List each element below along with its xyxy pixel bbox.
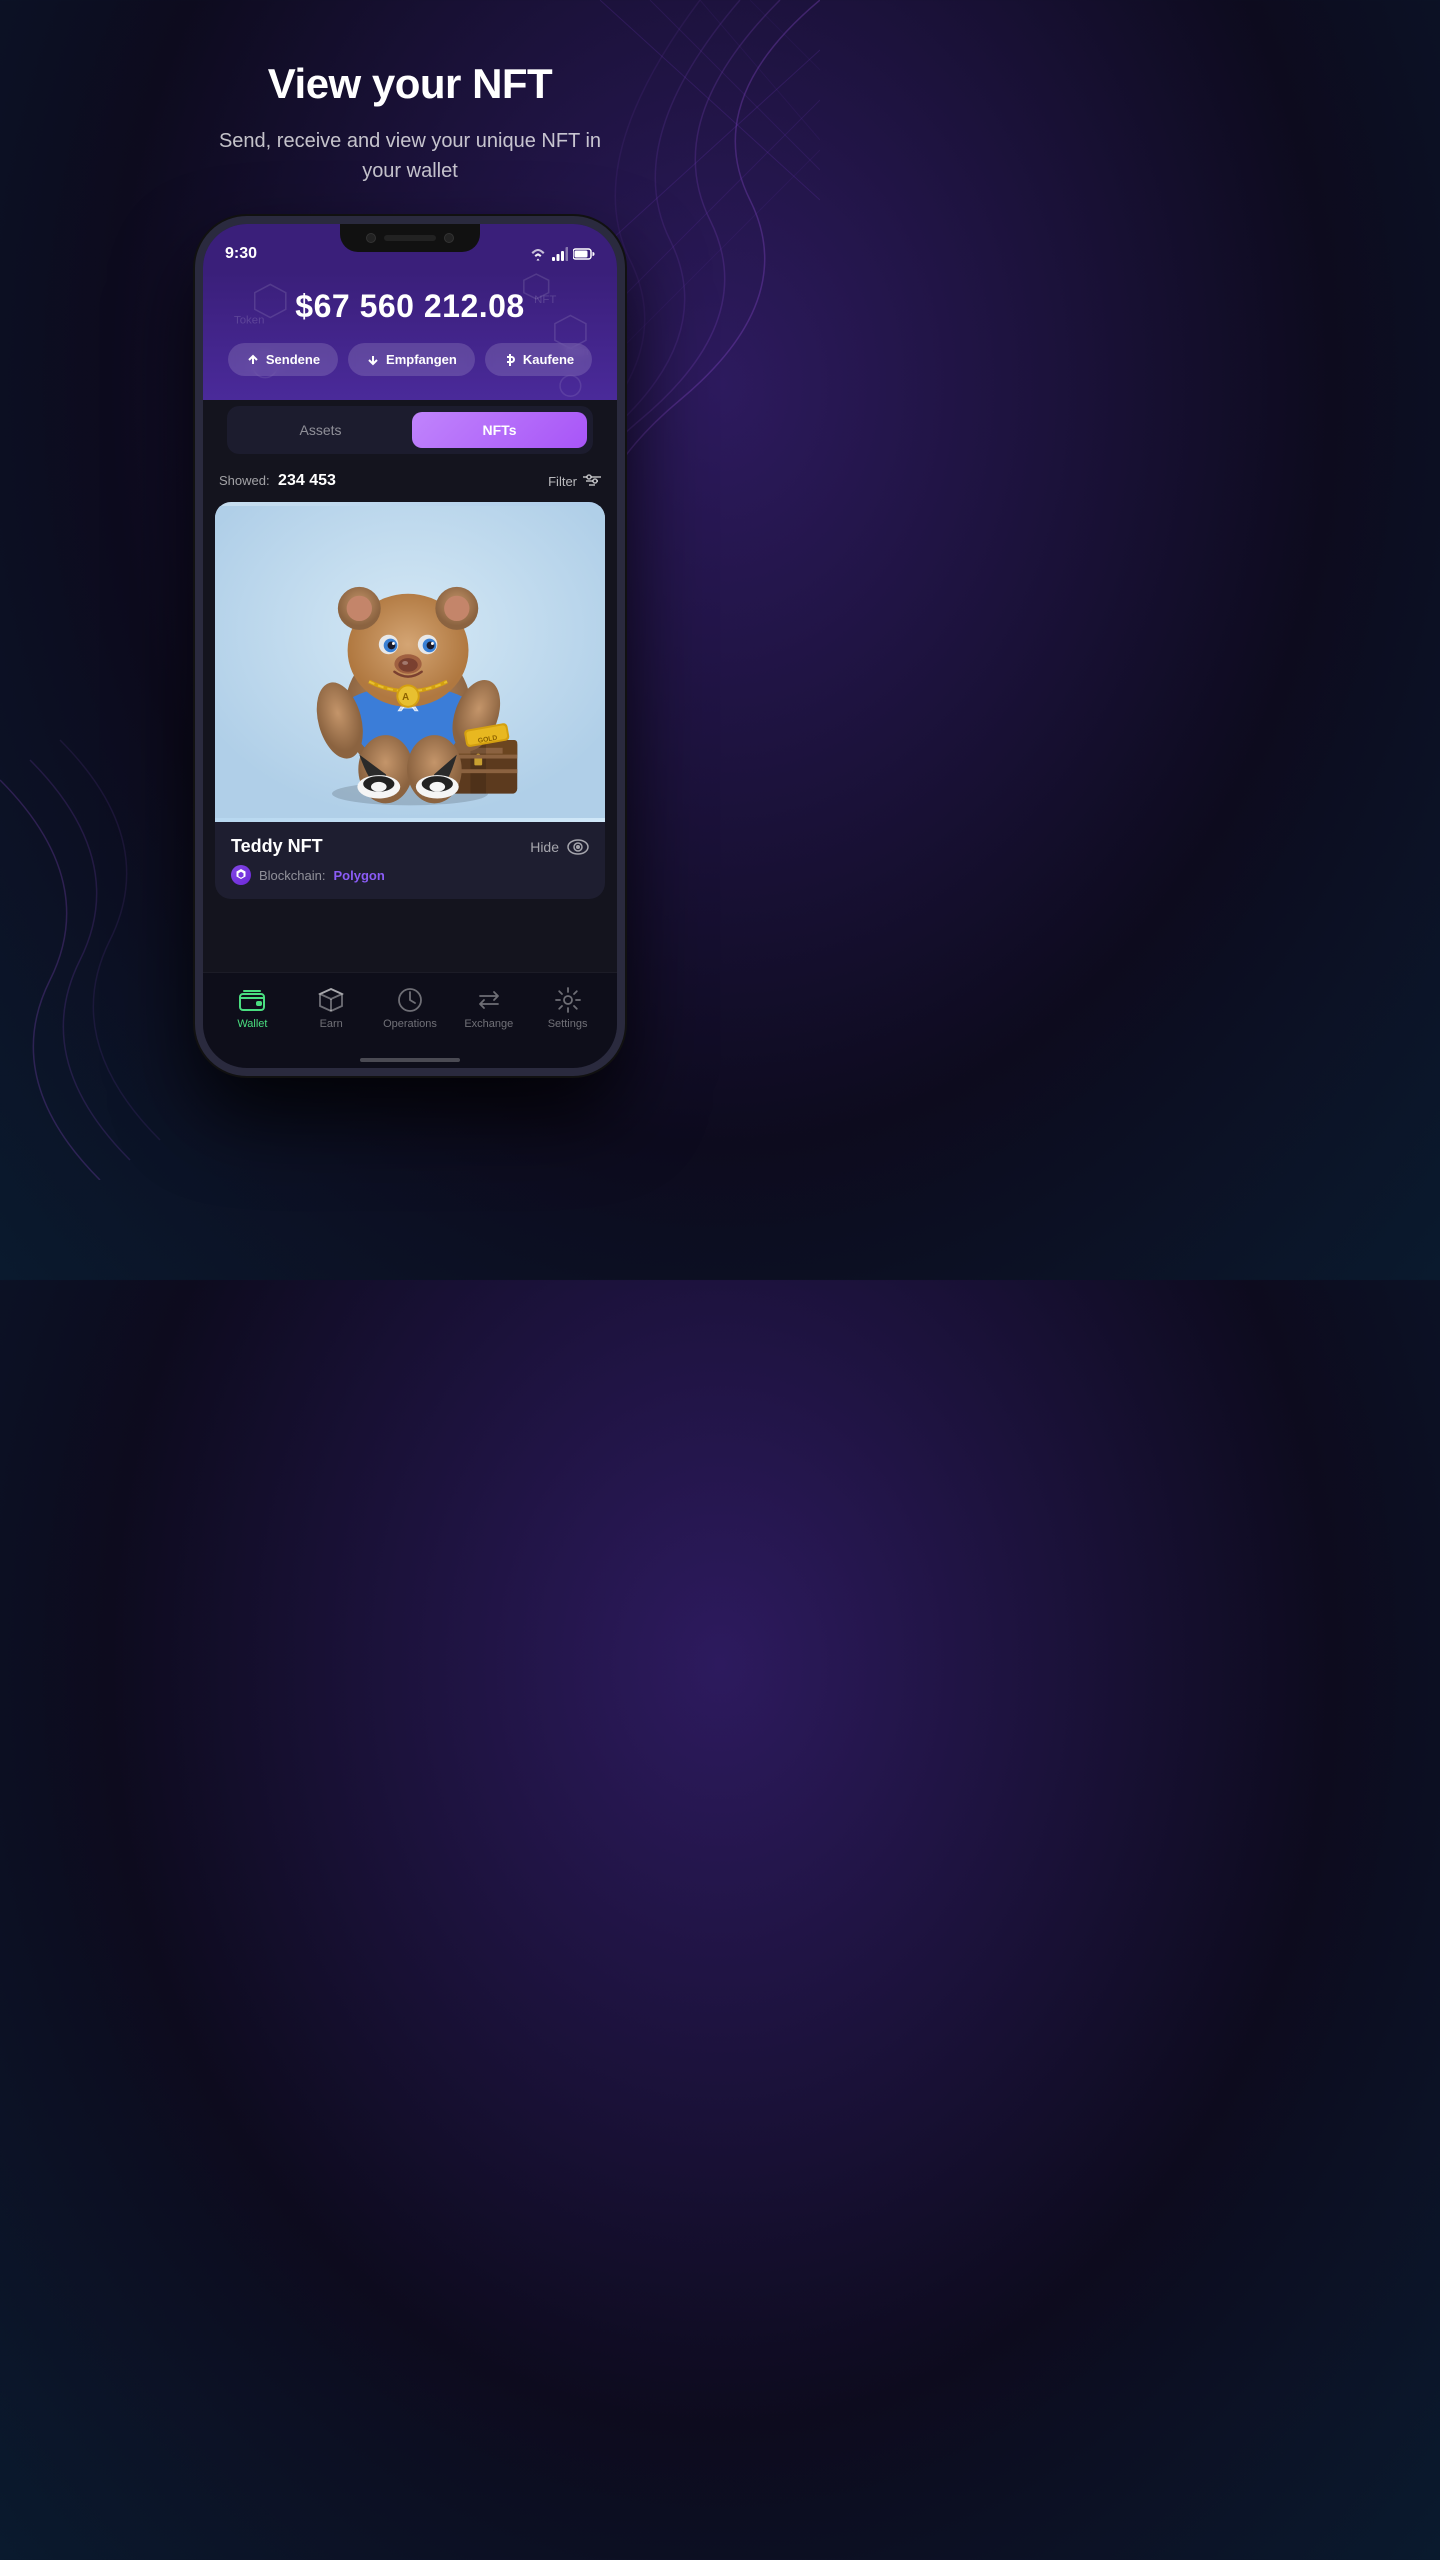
operations-nav-icon bbox=[397, 987, 423, 1013]
send-button[interactable]: Sendene bbox=[228, 343, 338, 376]
hero-subtitle: Send, receive and view your unique NFT i… bbox=[200, 126, 620, 186]
wallet-nav-icon bbox=[239, 987, 265, 1013]
nav-settings[interactable]: Settings bbox=[528, 987, 607, 1030]
nav-exchange-label: Exchange bbox=[464, 1018, 513, 1030]
settings-nav-icon bbox=[555, 987, 581, 1013]
front-camera bbox=[366, 233, 376, 243]
polygon-badge bbox=[231, 865, 251, 885]
wifi-icon bbox=[529, 247, 547, 261]
status-icons bbox=[529, 247, 595, 261]
filter-icon bbox=[583, 474, 601, 488]
nav-operations[interactable]: Operations bbox=[371, 987, 450, 1030]
earn-nav-icon bbox=[318, 987, 344, 1013]
nft-image: GOLD bbox=[215, 502, 605, 822]
buy-button[interactable]: Kaufene bbox=[485, 343, 592, 376]
teddy-svg: GOLD bbox=[215, 502, 605, 822]
signal-icon bbox=[552, 247, 568, 261]
nft-title-row: Teddy NFT Hide bbox=[231, 836, 589, 857]
receive-icon bbox=[366, 353, 380, 367]
nft-hide-row: Hide bbox=[530, 839, 589, 855]
nft-name: Teddy NFT bbox=[231, 836, 323, 857]
nft-info: Teddy NFT Hide bbox=[215, 822, 605, 899]
status-time: 9:30 bbox=[225, 245, 257, 263]
tab-assets[interactable]: Assets bbox=[233, 412, 408, 448]
asset-tabs: Assets NFTs bbox=[227, 406, 593, 454]
wallet-balance: $67 560 212.08 bbox=[225, 288, 595, 325]
showed-info: Showed: 234 453 bbox=[219, 472, 336, 490]
filter-row: Showed: 234 453 Filter bbox=[215, 472, 605, 490]
hero-section: View your NFT Send, receive and view you… bbox=[200, 0, 620, 186]
battery-icon bbox=[573, 248, 595, 260]
dollar-icon bbox=[503, 353, 517, 367]
nav-earn-label: Earn bbox=[320, 1018, 343, 1030]
phone-frame: 9:30 bbox=[195, 216, 625, 1076]
send-icon bbox=[246, 353, 260, 367]
polygon-logo bbox=[235, 869, 247, 881]
home-indicator-bar bbox=[203, 1052, 617, 1068]
exchange-nav-icon bbox=[476, 987, 502, 1013]
receive-button[interactable]: Empfangen bbox=[348, 343, 475, 376]
speaker bbox=[384, 235, 436, 241]
hero-title: View your NFT bbox=[200, 60, 620, 108]
phone-mockup: 9:30 bbox=[195, 216, 625, 1076]
home-indicator bbox=[360, 1058, 460, 1062]
eye-icon[interactable] bbox=[567, 839, 589, 855]
nft-card: GOLD bbox=[215, 502, 605, 899]
nft-blockchain-row: Blockchain: Polygon bbox=[231, 865, 589, 885]
svg-text:A: A bbox=[402, 692, 409, 703]
action-buttons: Sendene Empfangen Kaufene bbox=[225, 343, 595, 376]
wallet-header: Token Coin NFT $67 560 212.08 Sendene bbox=[203, 272, 617, 400]
nav-settings-label: Settings bbox=[548, 1018, 588, 1030]
nav-exchange[interactable]: Exchange bbox=[449, 987, 528, 1030]
sensor bbox=[444, 233, 454, 243]
filter-button[interactable]: Filter bbox=[548, 474, 601, 489]
phone-notch bbox=[340, 224, 480, 252]
nav-earn[interactable]: Earn bbox=[292, 987, 371, 1030]
bottom-nav: Wallet Earn bbox=[203, 972, 617, 1052]
nav-operations-label: Operations bbox=[383, 1018, 437, 1030]
nav-wallet[interactable]: Wallet bbox=[213, 987, 292, 1030]
content-area: Showed: 234 453 Filter bbox=[203, 458, 617, 972]
nav-wallet-label: Wallet bbox=[237, 1018, 267, 1030]
tab-nfts[interactable]: NFTs bbox=[412, 412, 587, 448]
